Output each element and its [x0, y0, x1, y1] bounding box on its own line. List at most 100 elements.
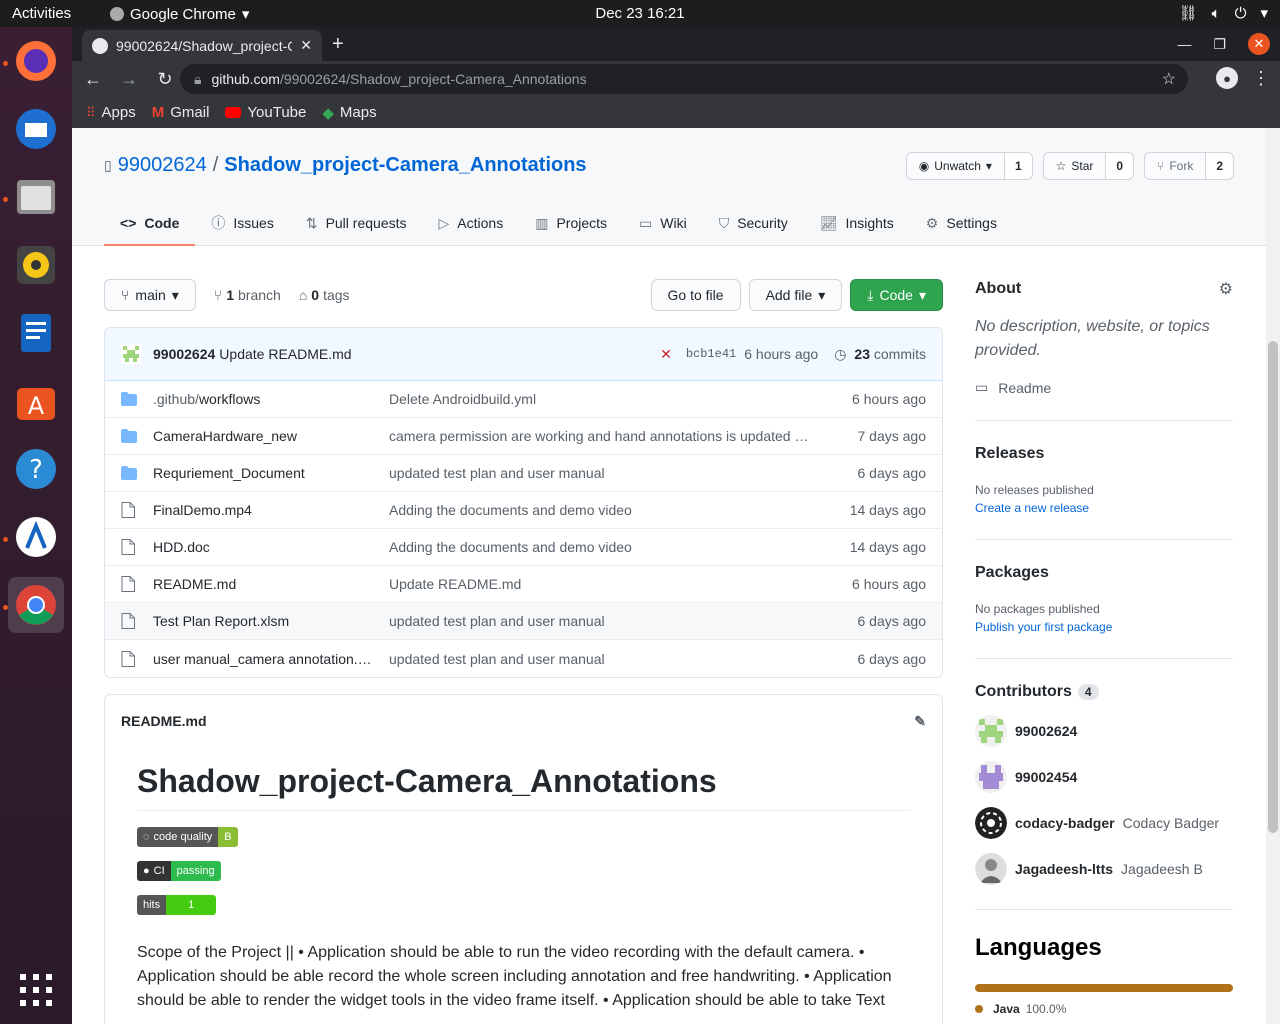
- file-name[interactable]: FinalDemo.mp4: [153, 502, 373, 518]
- files-icon[interactable]: [8, 169, 64, 225]
- star-count[interactable]: 0: [1106, 153, 1134, 179]
- commit-message[interactable]: Adding the documents and demo video: [389, 539, 809, 555]
- avatar[interactable]: [975, 853, 1007, 885]
- file-row[interactable]: user manual_camera annotation.… updated t…: [105, 640, 942, 677]
- file-row[interactable]: Requriement_Document updated test plan an…: [105, 455, 942, 492]
- file-name[interactable]: CameraHardware_new: [153, 428, 373, 444]
- gear-icon[interactable]: ⚙: [1219, 279, 1233, 299]
- star-button[interactable]: ☆ Star 0: [1042, 152, 1135, 180]
- code-button[interactable]: ⤓ Code ▾: [850, 279, 943, 311]
- readme-filename[interactable]: README.md: [121, 713, 207, 729]
- commit-message[interactable]: Adding the documents and demo video: [389, 502, 809, 518]
- commit-message[interactable]: Update README.md: [389, 576, 809, 592]
- system-tray[interactable]: ⛓ 🔈︎ ⏻ ▾: [1179, 4, 1268, 23]
- fork-button[interactable]: ⑂ Fork 2: [1144, 152, 1234, 180]
- watch-count[interactable]: 1: [1004, 153, 1032, 179]
- branch-select-button[interactable]: ⑂ main ▾: [104, 279, 196, 311]
- repo-owner-link[interactable]: 99002624: [118, 154, 207, 177]
- chrome-dock-icon[interactable]: [8, 577, 64, 633]
- android-studio-icon[interactable]: [8, 509, 64, 565]
- thunderbird-icon[interactable]: [8, 101, 64, 157]
- branches-link[interactable]: ⑂ 1 branch: [214, 287, 281, 303]
- software-center-icon[interactable]: A: [8, 373, 64, 429]
- go-to-file-button[interactable]: Go to file: [650, 279, 741, 311]
- create-release-link[interactable]: Create a new release: [975, 501, 1233, 515]
- address-bar[interactable]: 🔒︎ github.com/99002624/Shadow_project-Ca…: [180, 64, 1188, 94]
- avatar[interactable]: [975, 715, 1007, 747]
- file-row[interactable]: FinalDemo.mp4 Adding the documents and de…: [105, 492, 942, 529]
- bookmark-youtube[interactable]: YouTube: [225, 104, 306, 121]
- firefox-icon[interactable]: [8, 33, 64, 89]
- commit-message[interactable]: updated test plan and user manual: [389, 613, 809, 629]
- browser-tab[interactable]: 99002624/Shadow_project-Camera_Annotatio…: [82, 30, 322, 61]
- file-row[interactable]: HDD.doc Adding the documents and demo vid…: [105, 529, 942, 566]
- commit-sha[interactable]: bcb1e41: [686, 347, 736, 361]
- tab-projects[interactable]: ▥ Projects: [519, 202, 623, 246]
- x-status-icon[interactable]: ✕: [660, 346, 672, 363]
- hits-badge[interactable]: hits 1: [137, 895, 217, 915]
- minimize-icon[interactable]: —: [1177, 36, 1191, 52]
- tab-actions[interactable]: ▷ Actions: [423, 202, 520, 246]
- file-row[interactable]: .github/workflows Delete Androidbuild.yml…: [105, 381, 942, 418]
- ci-badge[interactable]: ● CI passing: [137, 861, 221, 881]
- avatar[interactable]: [975, 807, 1007, 839]
- bookmark-apps[interactable]: ⠿ Apps: [86, 104, 136, 121]
- file-row[interactable]: README.md Update README.md 6 hours ago: [105, 566, 942, 603]
- contributor-row[interactable]: 99002624: [975, 715, 1233, 747]
- bookmark-gmail[interactable]: M Gmail: [152, 104, 210, 121]
- file-row[interactable]: CameraHardware_new camera permission are …: [105, 418, 942, 455]
- contributors-title[interactable]: Contributors 4: [975, 683, 1233, 701]
- close-icon[interactable]: ✕: [300, 37, 312, 54]
- tab-settings[interactable]: ⚙ Settings: [910, 202, 1013, 246]
- page-scrollbar[interactable]: [1266, 128, 1280, 1024]
- commit-message[interactable]: updated test plan and user manual: [389, 651, 809, 667]
- contributor-row[interactable]: Jagadeesh-ltts Jagadeesh B: [975, 853, 1233, 885]
- file-row[interactable]: Test Plan Report.xlsm updated test plan a…: [105, 603, 942, 640]
- maximize-icon[interactable]: ❐: [1213, 36, 1226, 53]
- file-name[interactable]: Requriement_Document: [153, 465, 373, 481]
- file-name[interactable]: Test Plan Report.xlsm: [153, 613, 373, 629]
- forward-icon[interactable]: →: [114, 69, 144, 90]
- commits-link[interactable]: 23 commits: [854, 346, 926, 362]
- language-row[interactable]: Java 100.0%: [975, 1002, 1233, 1016]
- clock[interactable]: Dec 23 16:21: [595, 5, 684, 22]
- reload-icon[interactable]: ↻: [150, 69, 180, 90]
- file-name[interactable]: HDD.doc: [153, 539, 373, 555]
- file-name[interactable]: README.md: [153, 576, 373, 592]
- help-icon[interactable]: ?: [8, 441, 64, 497]
- profile-icon[interactable]: ●: [1216, 67, 1238, 89]
- commit-author[interactable]: 99002624: [153, 346, 215, 362]
- menu-icon[interactable]: ⋮: [1252, 68, 1270, 89]
- code-quality-badge[interactable]: ◌ code quality B: [137, 827, 238, 847]
- bookmark-star-icon[interactable]: ☆: [1162, 69, 1176, 89]
- commit-message[interactable]: updated test plan and user manual: [389, 465, 809, 481]
- fork-count[interactable]: 2: [1206, 153, 1233, 179]
- tags-link[interactable]: ⌂ 0 tags: [299, 287, 350, 303]
- avatar[interactable]: [121, 344, 141, 364]
- commit-message[interactable]: Delete Androidbuild.yml: [389, 391, 809, 407]
- writer-icon[interactable]: [8, 305, 64, 361]
- rhythmbox-icon[interactable]: [8, 237, 64, 293]
- file-name[interactable]: user manual_camera annotation.…: [153, 651, 373, 667]
- file-name[interactable]: .github/workflows: [153, 391, 373, 407]
- bookmark-maps[interactable]: ◆ Maps: [322, 104, 376, 122]
- watch-button[interactable]: ◉ Unwatch ▾ 1: [905, 152, 1033, 180]
- pencil-icon[interactable]: ✎: [914, 713, 926, 730]
- tab-pull-requests[interactable]: ⇅ Pull requests: [290, 202, 423, 246]
- new-tab-button[interactable]: +: [332, 33, 344, 56]
- tab-wiki[interactable]: ▭ Wiki: [623, 202, 703, 246]
- tab-insights[interactable]: 📈︎ Insights: [804, 202, 910, 246]
- tab-issues[interactable]: ⓘ Issues: [195, 202, 289, 246]
- add-file-button[interactable]: Add file ▾: [748, 279, 843, 311]
- commit-message[interactable]: camera permission are working and hand a…: [389, 428, 809, 444]
- close-window-icon[interactable]: ✕: [1248, 33, 1270, 55]
- publish-package-link[interactable]: Publish your first package: [975, 620, 1233, 634]
- releases-title[interactable]: Releases: [975, 445, 1233, 463]
- contributor-row[interactable]: codacy-badger Codacy Badger: [975, 807, 1233, 839]
- tab-code[interactable]: <> Code: [104, 202, 196, 246]
- packages-title[interactable]: Packages: [975, 564, 1233, 582]
- tab-security[interactable]: ⛉ Security: [703, 202, 804, 246]
- app-menu[interactable]: Google Chrome ▾: [110, 5, 249, 23]
- repo-name-link[interactable]: Shadow_project-Camera_Annotations: [224, 154, 586, 177]
- app-grid-icon[interactable]: [8, 962, 64, 1018]
